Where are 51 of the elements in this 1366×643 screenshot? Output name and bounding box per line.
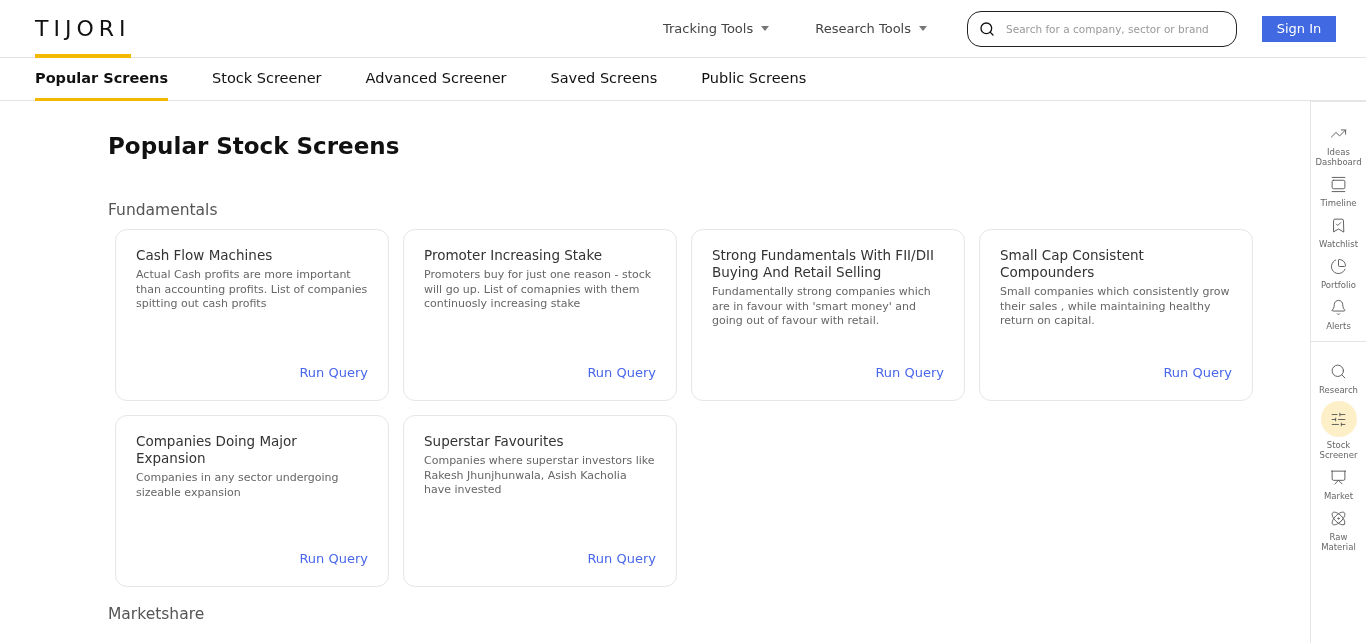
search-field[interactable]: Search for a company, sector or brand [967,10,1237,47]
card-description: Actual Cash profits are more important than accounting profits. List of companies spitting out cash profits [136,268,368,312]
rail-item[interactable]: Portfolio [1311,255,1366,290]
logo[interactable]: TIJORI [35,0,131,58]
page-title: Popular Stock Screens [108,133,401,159]
run-query-link[interactable]: Run Query [587,551,656,566]
sign-in-button[interactable]: Sign In [1262,15,1336,42]
rail-item[interactable]: Ideas Dashboard [1311,122,1366,167]
sliders-icon [1330,410,1347,428]
card-description: Small companies which consistently grow their sales , while maintaining healthy return on capital. [1000,285,1231,329]
card-title: Superstar Favourites [424,433,565,450]
section-heading: Marketshare [108,605,206,623]
rail-item[interactable]: Research [1311,360,1366,395]
card-title: Small Cap Consistent Compounders [1000,247,1145,281]
card-description: Promoters buy for just one reason - stock will go up. List of comapnies with them continuosly increasing stake [424,268,653,312]
card-title: Strong Fundamentals With FII/DII Buying And Retail Selling [712,247,935,281]
rail-item[interactable]: Stock Screener [1311,401,1366,460]
tab[interactable]: Saved Screens [550,58,658,101]
card-description: Companies where superstar investors like Rakesh Jhunjhunwala, Asish Kacholia have invested [424,454,656,498]
card-description: Fundamentally strong companies which are in favour with 'smart money' and going out of favour with retail. [712,285,932,329]
rail-item[interactable]: Watchlist [1311,214,1366,249]
tab[interactable]: Stock Screener [212,58,322,101]
bookmark-icon [1330,216,1347,234]
card-description: Companies in any sector undergoing sizeable expansion [136,471,340,500]
frame-icon [1330,175,1347,193]
presentation-icon [1330,468,1347,486]
tab[interactable]: Advanced Screener [365,58,507,101]
search-icon [979,20,995,37]
rail-item[interactable]: Timeline [1311,173,1366,208]
pie-chart-icon [1330,257,1347,275]
rail-item[interactable]: Market [1311,466,1366,501]
nav-menu[interactable]: Research Tools [809,20,933,37]
caret-icon [919,26,927,31]
run-query-link[interactable]: Run Query [299,551,368,566]
tab[interactable]: Popular Screens [35,58,169,101]
run-query-link[interactable]: Run Query [587,365,656,380]
caret-icon [761,26,770,31]
nav-menu[interactable]: Tracking Tools [656,20,776,37]
card-title: Promoter Increasing Stake [424,247,604,264]
tab[interactable]: Public Screens [701,58,807,101]
run-query-link[interactable]: Run Query [875,365,944,380]
card-title: Cash Flow Machines [136,247,274,264]
rail-item[interactable]: Alerts [1311,296,1366,331]
bell-icon [1330,298,1347,316]
rail-item[interactable]: Raw Material [1311,507,1366,552]
atom-icon [1330,509,1347,527]
card-title: Companies Doing Major Expansion [136,433,298,467]
search-icon [1330,362,1347,380]
run-query-link[interactable]: Run Query [299,365,368,380]
section-heading: Fundamentals [108,201,219,219]
run-query-link[interactable]: Run Query [1163,365,1232,380]
